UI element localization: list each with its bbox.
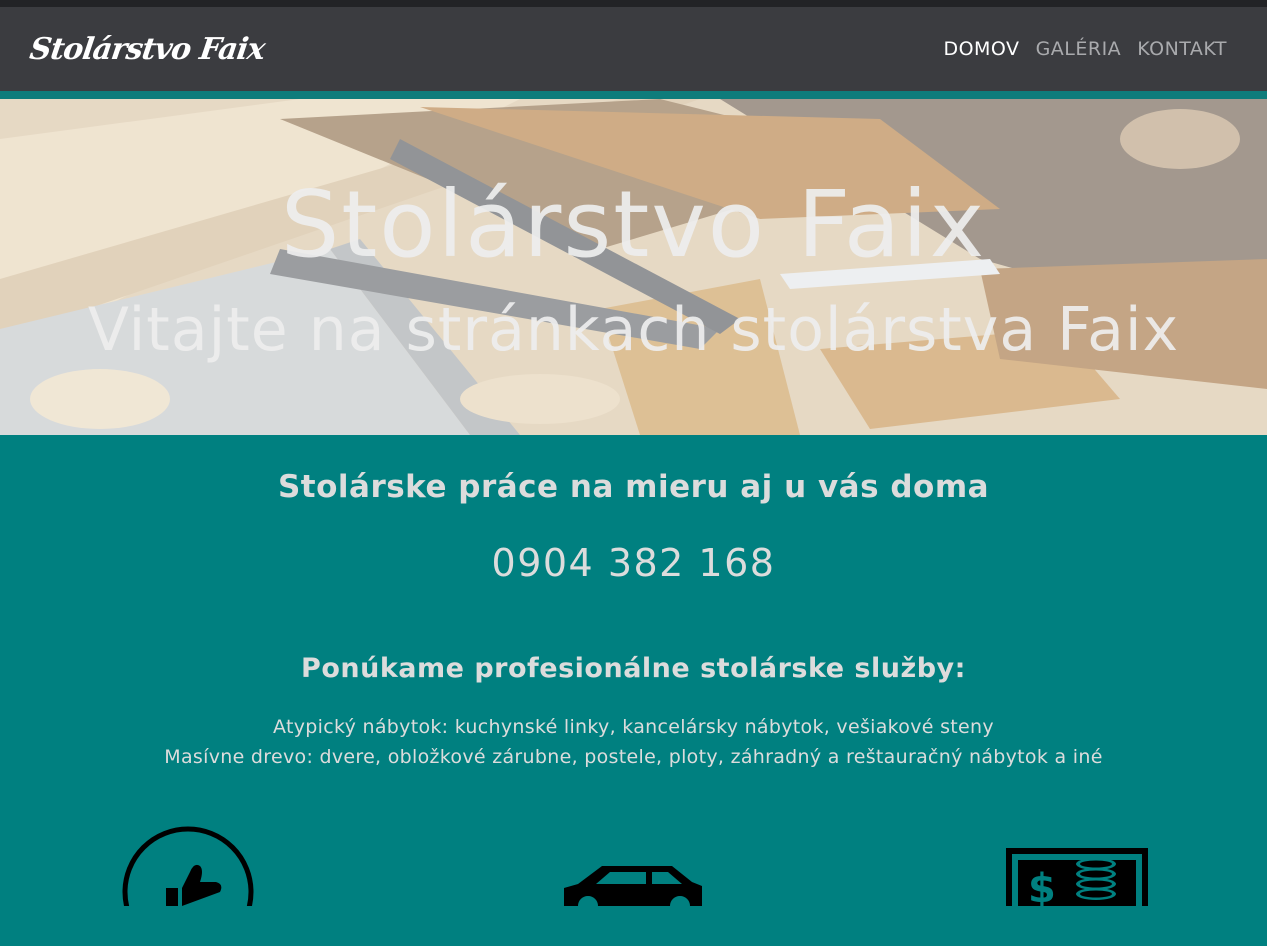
- service-line: Masívne drevo: dvere, obložkové zárubne,…: [164, 746, 1103, 768]
- accent-bar: [0, 91, 1267, 99]
- hero-banner: Stolárstvo Faix Vitajte na stránkach sto…: [0, 99, 1267, 435]
- nav-link-domov[interactable]: DOMOV: [943, 38, 1019, 60]
- nav-link-kontakt[interactable]: KONTAKT: [1137, 38, 1227, 60]
- svg-text:$: $: [1028, 866, 1056, 906]
- tagline: Stolárske práce na mieru aj u vás doma: [277, 469, 990, 505]
- thumbs-up-icon: [122, 826, 254, 906]
- hero-title: Stolárstvo Faix: [280, 171, 987, 278]
- top-strip: [0, 0, 1267, 7]
- services-list: Atypický nábytok: kuchynské linky, kance…: [0, 684, 1267, 772]
- features-row: $: [0, 826, 1267, 946]
- hero-subtitle: Vitajte na stránkach stolárstva Faix: [87, 295, 1180, 365]
- nav-link-galeria[interactable]: GALÉRIA: [1036, 38, 1122, 60]
- main-content: Stolárske práce na mieru aj u vás doma 0…: [0, 435, 1267, 946]
- navbar: Stolárstvo Faix DOMOV GALÉRIA KONTAKT: [0, 7, 1267, 91]
- brand-logo[interactable]: Stolárstvo Faix: [28, 32, 267, 67]
- money-icon: $: [1006, 848, 1148, 906]
- phone-number[interactable]: 0904 382 168: [0, 505, 1267, 585]
- service-line: Atypický nábytok: kuchynské linky, kance…: [273, 716, 994, 738]
- main-nav: DOMOV GALÉRIA KONTAKT: [943, 38, 1227, 60]
- services-title: Ponúkame profesionálne stolárske služby:: [301, 653, 966, 684]
